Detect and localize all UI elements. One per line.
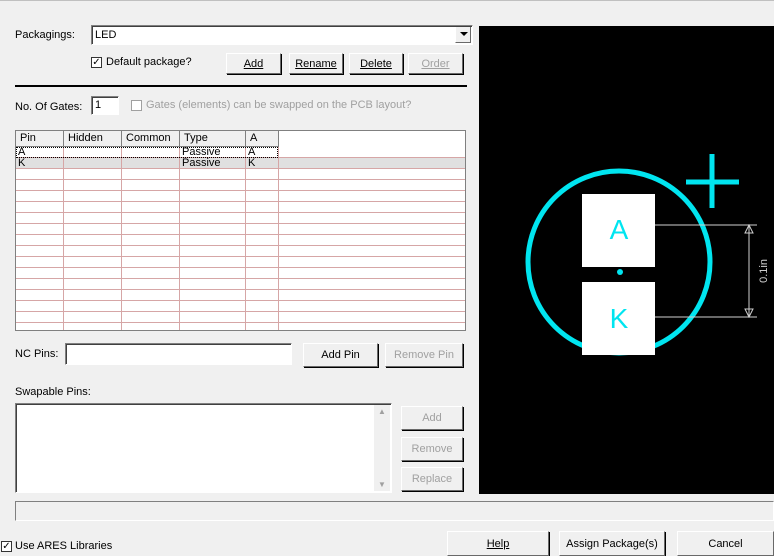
- swap-replace-button[interactable]: Replace: [401, 467, 463, 491]
- cancel-label: Cancel: [708, 537, 743, 550]
- column-divider: [121, 147, 122, 330]
- order-button[interactable]: Order: [408, 53, 463, 74]
- packagings-dropdown[interactable]: LED: [91, 25, 473, 45]
- selection-outline: [16, 147, 278, 158]
- scroll-down-icon[interactable]: ▼: [378, 480, 386, 489]
- status-bar: [15, 501, 774, 521]
- chevron-down-icon: [460, 32, 468, 36]
- column-header-type[interactable]: Type: [180, 131, 246, 147]
- help-label: Help: [486, 537, 510, 550]
- table-row[interactable]: [16, 301, 465, 312]
- add-packaging-button[interactable]: Add: [226, 53, 281, 74]
- order-label: Order: [421, 57, 450, 70]
- add-pin-button[interactable]: Add Pin: [303, 343, 378, 367]
- table-row[interactable]: [16, 279, 465, 290]
- delete-label: Delete: [360, 57, 392, 70]
- table-row[interactable]: [16, 224, 465, 235]
- swapable-scrollbar[interactable]: ▲ ▼: [374, 405, 390, 491]
- gates-value: 1: [95, 99, 102, 111]
- pad-a-label: A: [610, 214, 629, 245]
- packagings-value: LED: [95, 29, 117, 41]
- table-row[interactable]: [16, 202, 465, 213]
- default-package-label: Default package?: [106, 56, 192, 68]
- swap-replace-label: Replace: [411, 473, 453, 485]
- delete-button[interactable]: Delete: [349, 53, 403, 74]
- swap-add-label: Add: [422, 412, 442, 424]
- table-cell-pin[interactable]: K: [16, 158, 25, 169]
- column-header-hidden[interactable]: Hidden: [64, 131, 122, 147]
- nc-pins-input[interactable]: [65, 343, 292, 365]
- column-divider: [179, 147, 180, 330]
- rename-label: Rename: [295, 57, 337, 70]
- table-row[interactable]: [16, 312, 465, 323]
- table-row[interactable]: [16, 290, 465, 301]
- table-row[interactable]: [16, 180, 465, 191]
- window-top-edge: [0, 0, 774, 1]
- table-row[interactable]: [16, 268, 465, 279]
- assign-label: Assign Package(s): [566, 537, 658, 550]
- preview-canvas: A K 0.1in: [525, 154, 770, 356]
- table-row[interactable]: [16, 257, 465, 268]
- table-row[interactable]: [16, 213, 465, 224]
- help-button[interactable]: Help: [447, 531, 549, 556]
- remove-pin-button[interactable]: Remove Pin: [385, 343, 463, 367]
- packagings-label: Packagings:: [15, 29, 75, 41]
- swap-add-button[interactable]: Add: [401, 406, 463, 430]
- add-pin-label: Add Pin: [321, 349, 360, 361]
- pad-k-label: K: [610, 303, 629, 334]
- use-ares-checkbox[interactable]: ✓: [1, 541, 12, 552]
- table-cell-a[interactable]: K: [246, 158, 255, 169]
- swap-remove-label: Remove: [411, 443, 453, 455]
- dimension-label: 0.1in: [758, 259, 770, 283]
- table-row[interactable]: K Passive K: [16, 158, 465, 169]
- pin-table[interactable]: Pin Hidden Common Type A A Passive A K Passi…: [15, 130, 466, 331]
- nc-pins-label: NC Pins:: [15, 348, 59, 360]
- table-row[interactable]: [16, 191, 465, 202]
- column-divider: [63, 147, 64, 330]
- gates-input[interactable]: 1: [91, 96, 119, 115]
- add-packaging-label: Add: [243, 57, 264, 70]
- pin-table-body: A Passive A K Passive K: [16, 147, 465, 330]
- swap-remove-button[interactable]: Remove: [401, 437, 463, 461]
- column-divider: [278, 147, 279, 330]
- gates-swap-checkbox[interactable]: [131, 100, 142, 111]
- table-row[interactable]: [16, 169, 465, 180]
- swapable-pins-list[interactable]: ▲ ▼: [15, 403, 392, 493]
- gates-swap-label: Gates (elements) can be swapped on the P…: [146, 99, 412, 111]
- scroll-up-icon[interactable]: ▲: [378, 407, 386, 416]
- use-ares-label: Use ARES Libraries: [15, 540, 113, 552]
- table-row[interactable]: [16, 235, 465, 246]
- center-dot: [617, 269, 623, 275]
- column-header-common[interactable]: Common: [122, 131, 180, 147]
- swapable-pins-label: Swapable Pins:: [15, 386, 91, 398]
- column-divider: [245, 147, 246, 330]
- package-preview: A K 0.1in: [479, 26, 774, 494]
- column-header-a[interactable]: A: [246, 131, 279, 147]
- table-row[interactable]: [16, 246, 465, 257]
- remove-pin-label: Remove Pin: [394, 349, 454, 361]
- gates-label: No. Of Gates:: [15, 101, 83, 113]
- column-header-pin[interactable]: Pin: [16, 131, 64, 147]
- default-package-checkbox[interactable]: ✓: [91, 57, 102, 68]
- divider: [15, 85, 467, 87]
- rename-button[interactable]: Rename: [289, 53, 343, 74]
- assign-packages-button[interactable]: Assign Package(s): [559, 531, 665, 556]
- table-cell-type[interactable]: Passive: [180, 158, 221, 169]
- cancel-button[interactable]: Cancel: [677, 531, 774, 556]
- dropdown-button[interactable]: [455, 27, 471, 43]
